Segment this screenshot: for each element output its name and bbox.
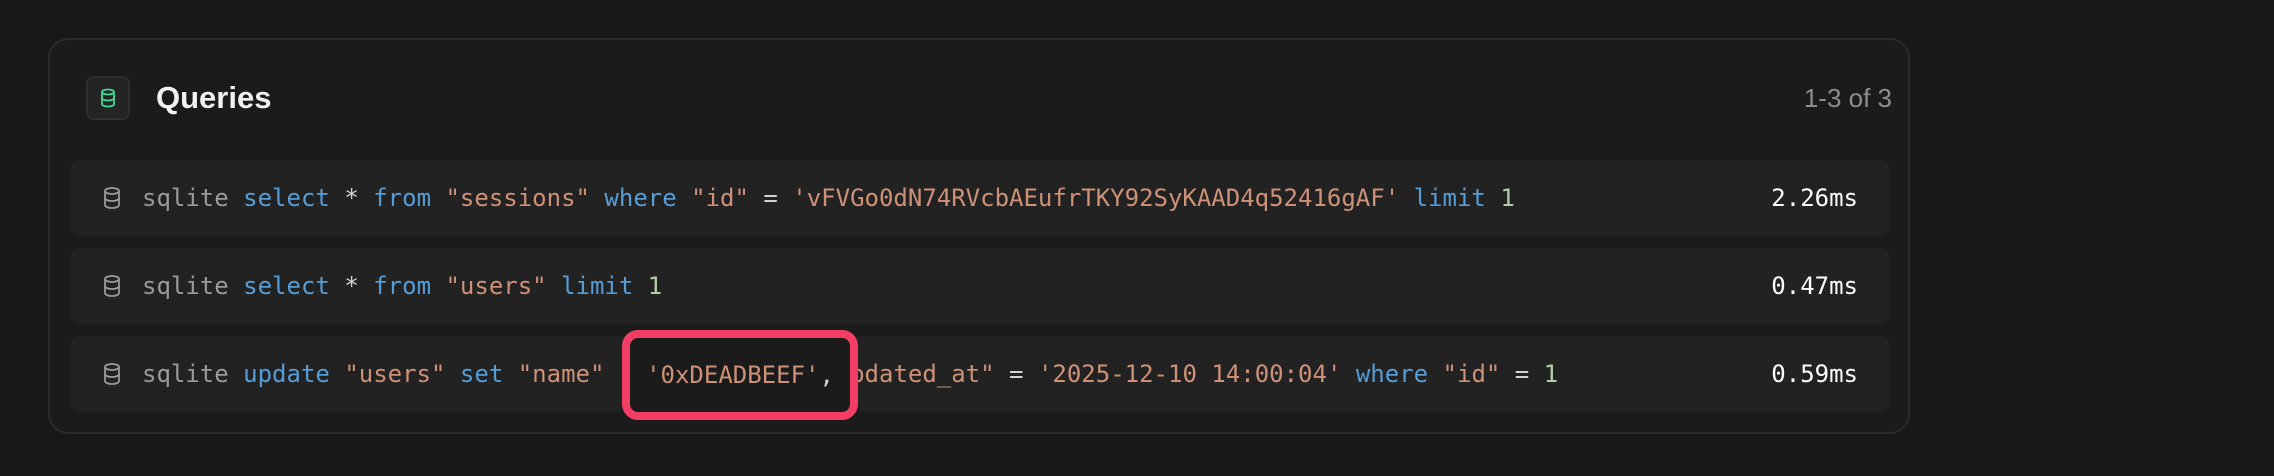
query-row[interactable]: sqlite select * from "users" limit 1 0.47… <box>70 248 1890 324</box>
sql-token: set <box>459 360 504 388</box>
query-driver: sqlite <box>142 272 229 300</box>
database-icon <box>104 275 120 297</box>
query-sql: sqlite select * from "sessions" where "i… <box>142 160 1515 236</box>
sql-token: limit <box>561 272 634 300</box>
query-row[interactable]: sqlite update "users" set "name" updated… <box>70 336 1890 412</box>
pagination-count: 1-3 of 3 <box>1803 83 1892 113</box>
sql-token: 'vFVGo0dN74RVcbAEufrTKY92SyKAAD4q52416gA… <box>792 184 1400 212</box>
sql-token: 1 <box>1543 360 1559 388</box>
panel-title: Queries <box>156 80 272 115</box>
database-icon <box>104 363 120 385</box>
sql-token: "id" <box>1442 360 1501 388</box>
sql-token: select <box>243 272 330 300</box>
database-icon <box>86 76 130 120</box>
database-icon <box>104 187 120 209</box>
sql-token: "sessions" <box>445 184 590 212</box>
sql-token: "name" <box>517 360 605 388</box>
highlighted-suffix: , <box>819 361 834 389</box>
query-duration: 0.47ms <box>1771 272 1858 300</box>
sql-token: '2025-12-10 14:00:04' <box>1037 360 1342 388</box>
query-driver: sqlite <box>142 360 229 388</box>
sql-token: where <box>604 184 677 212</box>
sql-token: = <box>763 184 778 212</box>
query-duration: 0.59ms <box>1771 360 1858 388</box>
sql-token: where <box>1355 360 1429 388</box>
query-duration: 2.26ms <box>1771 184 1858 212</box>
sql-token: * <box>344 184 359 212</box>
query-sql: sqlite select * from "users" limit 1 <box>142 248 662 324</box>
sql-token: "id" <box>691 184 749 212</box>
highlighted-value: '0xDEADBEEF', <box>646 361 834 389</box>
sql-token: from <box>373 272 432 300</box>
sql-token: = <box>1514 360 1530 388</box>
sql-token: "users" <box>344 360 446 388</box>
query-row[interactable]: sqlite select * from "sessions" where "i… <box>70 160 1890 236</box>
sql-token: = <box>1009 360 1024 388</box>
highlighted-string: '0xDEADBEEF' <box>646 361 820 389</box>
sql-token: * <box>344 272 359 300</box>
sql-token: 1 <box>1500 184 1515 212</box>
sql-token: select <box>243 184 330 212</box>
sql-token: 1 <box>647 272 663 300</box>
panel-header: Queries 1-3 of 3 <box>86 76 1892 124</box>
sql-token: updated_at" <box>835 360 995 388</box>
sql-token: update <box>243 360 330 388</box>
query-driver: sqlite <box>142 184 229 212</box>
sql-token: from <box>373 184 432 212</box>
queries-panel: Queries 1-3 of 3 sqlite select * from "s… <box>48 38 1910 434</box>
sql-token: "users" <box>445 272 547 300</box>
sql-token: limit <box>1413 184 1486 212</box>
highlight-annotation: '0xDEADBEEF', <box>622 330 858 420</box>
